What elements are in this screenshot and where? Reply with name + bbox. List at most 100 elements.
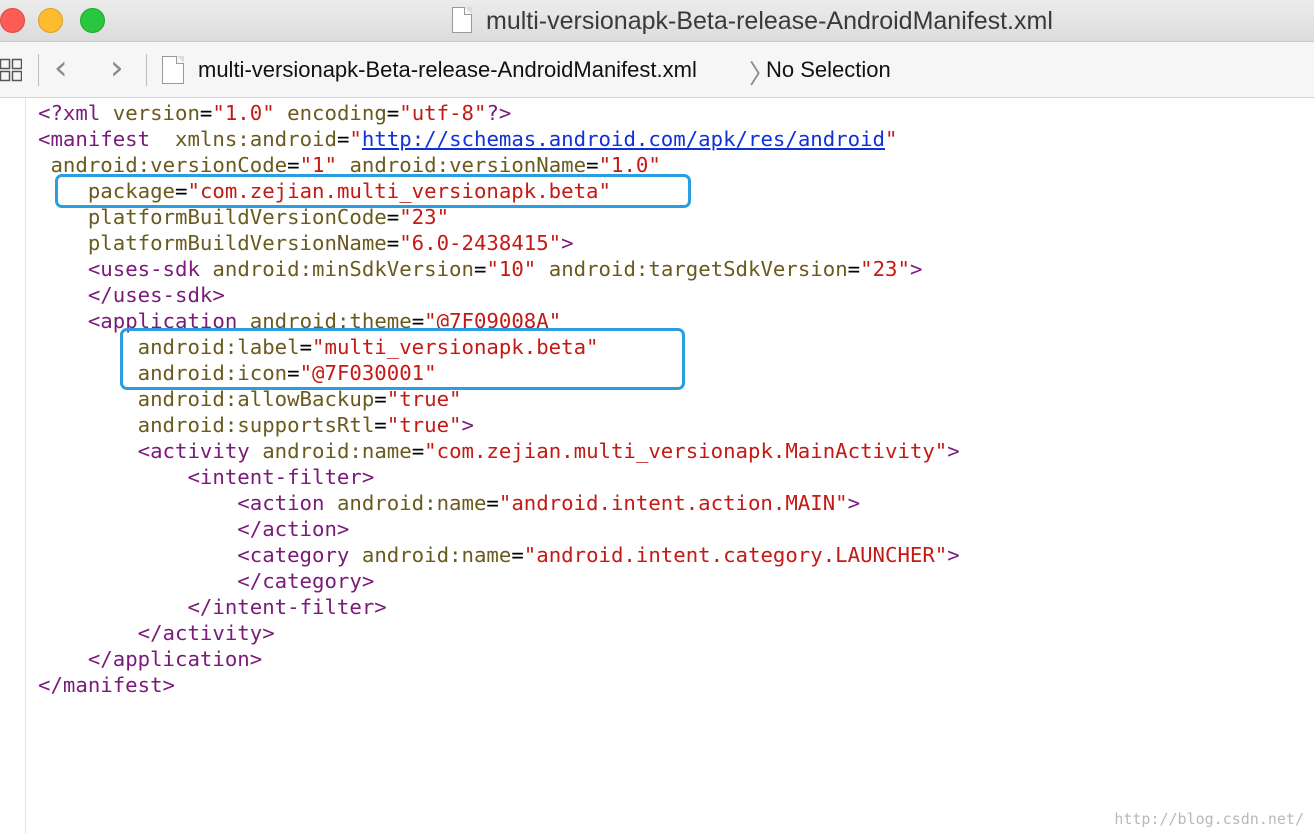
jump-bar-file-item[interactable]: multi-versionapk-Beta-release-AndroidMan… xyxy=(198,57,697,83)
code-line[interactable]: </application> xyxy=(38,646,960,672)
code-token-tag: <category xyxy=(237,543,350,567)
code-token-tag: </action> xyxy=(237,517,350,541)
code-token-str: "true" xyxy=(386,413,462,437)
code-token-pun: = xyxy=(511,543,524,567)
code-line[interactable]: <uses-sdk android:minSdkVersion="10" and… xyxy=(38,256,960,282)
editor-window: multi-versionapk-Beta-release-AndroidMan… xyxy=(0,0,1314,834)
code-editor[interactable]: <?xml version="1.0" encoding="utf-8"?> <m… xyxy=(0,98,1314,834)
code-line[interactable]: </action> xyxy=(38,516,960,542)
code-token-tag: </manifest> xyxy=(38,673,176,697)
code-token-tag: </application> xyxy=(87,647,263,671)
code-token-str: "true" xyxy=(386,387,462,411)
code-token-attr: android:allowBackup xyxy=(137,387,375,411)
close-window-button[interactable] xyxy=(0,8,25,33)
code-token-pun xyxy=(250,439,262,463)
code-token-str: "23" xyxy=(399,205,450,229)
code-token-tag: <action xyxy=(237,491,325,515)
xml-file-icon xyxy=(162,56,184,84)
editor-gutter xyxy=(0,98,26,834)
code-token-pun: = xyxy=(473,257,487,281)
code-token-str: "utf-8" xyxy=(399,101,487,125)
code-token-pun: = xyxy=(374,387,387,411)
code-token-tag: </intent-filter> xyxy=(187,595,387,619)
code-line[interactable]: </manifest> xyxy=(38,672,960,698)
code-line[interactable]: </activity> xyxy=(38,620,960,646)
code-token-str: " xyxy=(885,127,898,151)
highlight-box-label-icon xyxy=(120,328,685,390)
code-token-attr: android:name xyxy=(262,439,412,463)
code-token-tag: </uses-sdk> xyxy=(87,283,225,307)
minimize-window-button[interactable] xyxy=(38,8,63,33)
toolbar-separator xyxy=(146,54,147,86)
code-line[interactable]: <intent-filter> xyxy=(38,464,960,490)
code-token-tag: <uses-sdk xyxy=(87,257,200,281)
code-token-attr: android:targetSdkVersion xyxy=(548,257,848,281)
code-token-pun xyxy=(200,257,212,281)
code-token-attr: encoding xyxy=(287,101,387,125)
code-line[interactable]: </category> xyxy=(38,568,960,594)
code-token-pun: = xyxy=(847,257,861,281)
maximize-window-button[interactable] xyxy=(80,8,105,33)
code-token-attr: android:name xyxy=(361,543,512,567)
jump-bar-selection-item[interactable]: No Selection xyxy=(766,57,891,83)
namespace-link[interactable]: http://schemas.android.com/apk/res/andro… xyxy=(362,127,885,151)
code-token-attr: android:supportsRtl xyxy=(137,413,375,437)
code-token-attr: android:minSdkVersion xyxy=(212,257,474,281)
code-token-tag: </activity> xyxy=(137,621,275,645)
forward-button[interactable]: › xyxy=(110,50,124,86)
code-token-tag: > xyxy=(461,413,474,437)
code-token-tag: ?> xyxy=(486,101,512,125)
code-token-tag: > xyxy=(909,257,923,281)
back-button[interactable]: ‹ xyxy=(54,50,68,86)
window-title: multi-versionapk-Beta-release-AndroidMan… xyxy=(486,7,1053,35)
code-line[interactable]: </intent-filter> xyxy=(38,594,960,620)
code-token-pun: = xyxy=(411,439,425,463)
code-line[interactable]: <category android:name="android.intent.c… xyxy=(38,542,959,568)
code-token-str: "android.intent.action.MAIN" xyxy=(498,491,848,515)
code-token-tag: > xyxy=(947,439,960,463)
code-token-str: "1.0" xyxy=(212,101,275,125)
code-token-pun: = xyxy=(374,413,387,437)
code-token-tag: > xyxy=(561,231,574,255)
code-token-attr: platformBuildVersionName xyxy=(87,231,387,255)
code-token-pun: = xyxy=(386,231,400,255)
code-line[interactable]: <activity android:name="com.zejian.multi… xyxy=(38,438,960,464)
highlight-box-package xyxy=(55,174,691,208)
code-line[interactable]: <manifest xmlns:android="http://schemas.… xyxy=(38,126,960,152)
related-items-grid-icon[interactable] xyxy=(0,58,22,82)
code-token-tag: </category> xyxy=(237,569,375,593)
code-token-pun xyxy=(349,543,361,567)
code-token-attr: platformBuildVersionCode xyxy=(87,205,387,229)
code-token-str: " xyxy=(349,127,362,151)
code-token-pun xyxy=(324,491,336,515)
code-token-tag: <intent-filter> xyxy=(187,465,375,489)
code-line[interactable]: <action android:name="android.intent.act… xyxy=(38,490,960,516)
code-token-str: "10" xyxy=(486,257,537,281)
watermark-text: http://blog.csdn.net/ xyxy=(1114,810,1304,828)
code-token-str: "23" xyxy=(860,257,910,281)
code-token-pun: = xyxy=(486,491,499,515)
code-token-attr: version xyxy=(112,101,200,125)
code-line[interactable]: platformBuildVersionName="6.0-2438415"> xyxy=(38,230,960,256)
code-line[interactable]: <?xml version="1.0" encoding="utf-8"?> xyxy=(38,100,960,126)
code-line[interactable]: </uses-sdk> xyxy=(38,282,960,308)
code-token-tag: <activity xyxy=(137,439,250,463)
code-token-str: "android.intent.category.LAUNCHER" xyxy=(523,543,948,567)
code-token-pun: = xyxy=(199,101,213,125)
code-line[interactable]: android:supportsRtl="true"> xyxy=(38,412,960,438)
code-token-attr: xmlns:android xyxy=(175,127,337,151)
